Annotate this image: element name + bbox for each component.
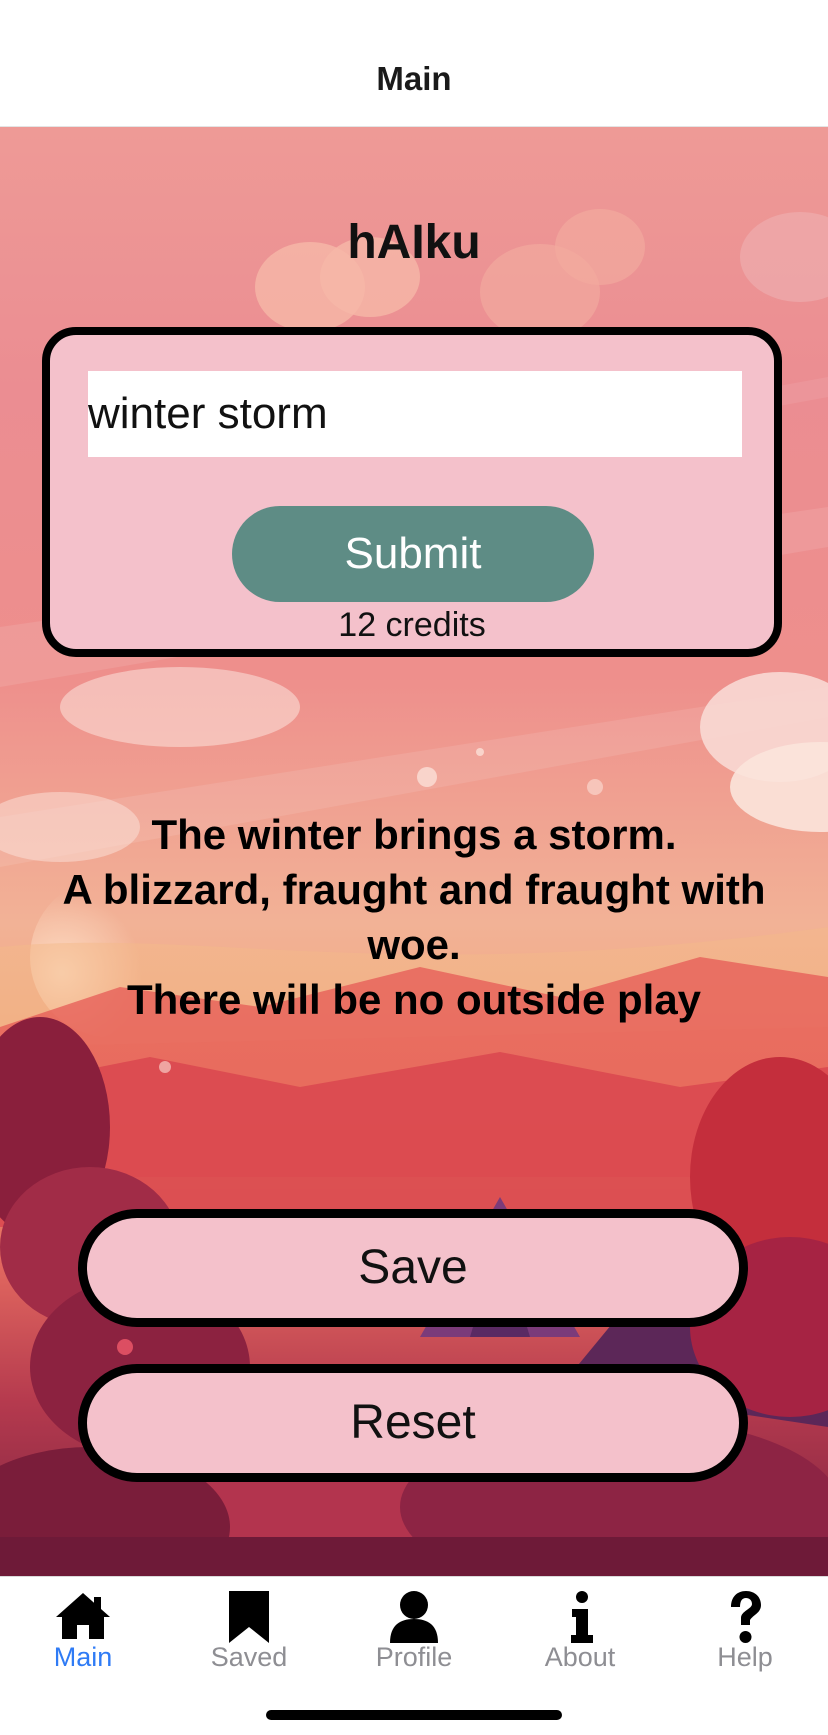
navigation-bar: Main bbox=[0, 0, 828, 127]
haiku-line: A blizzard, fraught and fraught with woe… bbox=[62, 866, 766, 968]
tab-about-label: About bbox=[544, 1642, 616, 1672]
person-icon bbox=[390, 1591, 438, 1643]
reset-button[interactable]: Reset bbox=[78, 1364, 748, 1482]
credits-count: 12 credits bbox=[338, 606, 486, 644]
prompt-input[interactable] bbox=[88, 371, 742, 457]
tab-main-label: Main bbox=[53, 1642, 113, 1672]
prompt-card: Submit 12 credits bbox=[42, 327, 782, 657]
home-indicator bbox=[266, 1710, 562, 1720]
tab-saved[interactable]: Saved bbox=[166, 1577, 332, 1697]
bookmark-icon bbox=[229, 1591, 269, 1643]
tab-help-label: Help bbox=[717, 1642, 773, 1672]
haiku-text: The winter brings a storm. A blizzard, f… bbox=[40, 807, 788, 1027]
haiku-line: The winter brings a storm. bbox=[151, 811, 677, 858]
tab-profile-label: Profile bbox=[375, 1642, 453, 1672]
home-icon bbox=[56, 1593, 110, 1639]
tab-profile[interactable]: Profile bbox=[331, 1577, 497, 1697]
save-button[interactable]: Save bbox=[78, 1209, 748, 1327]
nav-title: Main bbox=[376, 60, 452, 97]
tab-saved-label: Saved bbox=[210, 1642, 288, 1672]
tab-help[interactable]: Help bbox=[662, 1577, 828, 1697]
main-screen: hAIku Submit 12 credits The winter bring… bbox=[0, 127, 828, 1576]
tab-main[interactable]: Main bbox=[0, 1577, 166, 1697]
submit-button[interactable]: Submit bbox=[232, 506, 594, 602]
question-icon bbox=[731, 1591, 761, 1643]
info-icon bbox=[571, 1591, 593, 1643]
haiku-line: There will be no outside play bbox=[126, 976, 702, 1023]
app-title: hAIku bbox=[347, 216, 481, 269]
tab-about[interactable]: About bbox=[497, 1577, 663, 1697]
